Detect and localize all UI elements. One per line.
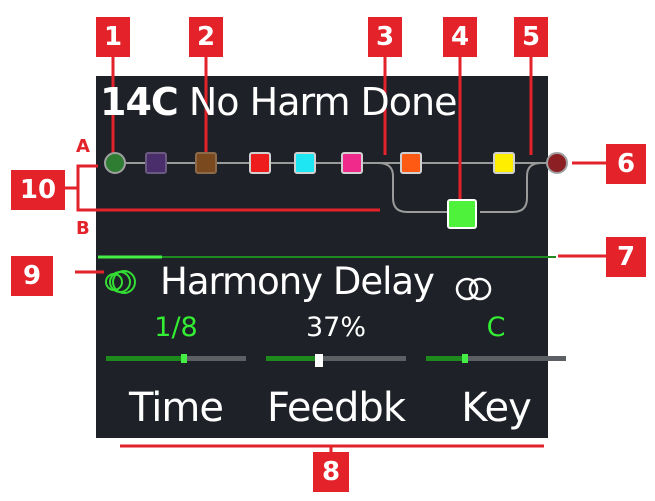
- param-slider-feedback[interactable]: [266, 354, 406, 367]
- param-value-feedback: 37%: [305, 312, 366, 343]
- callout-1: 1: [96, 17, 130, 57]
- callout-9: 9: [11, 256, 53, 296]
- fx-block-4[interactable]: [294, 152, 316, 174]
- param-slider-time-fill: [106, 356, 183, 361]
- callout-3: 3: [368, 17, 402, 57]
- callout-7: 7: [606, 237, 646, 277]
- param-value-time: 1/8: [154, 312, 198, 343]
- device-screen: [96, 76, 548, 438]
- preset-name: No Harm Done: [188, 80, 458, 124]
- callout-10: 10: [11, 170, 65, 210]
- output-endpoint[interactable]: [546, 152, 568, 174]
- callout-5: 5: [514, 17, 548, 57]
- fx-block-5[interactable]: [341, 152, 363, 174]
- fx-block-2[interactable]: [195, 152, 217, 174]
- fx-block-6[interactable]: [400, 152, 422, 174]
- fx-block-7[interactable]: [493, 152, 515, 174]
- path-b-label: B: [76, 218, 90, 239]
- path-a-label: A: [76, 136, 90, 157]
- param-slider-time-knob[interactable]: [181, 354, 187, 363]
- input-endpoint[interactable]: [104, 152, 126, 174]
- param-slider-key-fill: [426, 356, 464, 361]
- callout-8: 8: [313, 452, 349, 492]
- callout-4: 4: [443, 17, 477, 57]
- fx-block-3[interactable]: [249, 152, 271, 174]
- callout-6: 6: [606, 144, 646, 184]
- preset-number: 14C: [100, 80, 179, 124]
- harmony-delay-icon: [105, 270, 136, 294]
- param-slider-key[interactable]: [426, 354, 566, 363]
- preset-title: 14C No Harm Done: [100, 80, 458, 124]
- callout-2: 2: [189, 17, 223, 57]
- fx-block-1[interactable]: [145, 152, 167, 174]
- fx-block-path-b-selected[interactable]: [447, 199, 477, 229]
- param-slider-feedback-knob[interactable]: [315, 354, 323, 367]
- param-slider-time[interactable]: [106, 354, 246, 363]
- param-label-time: Time: [129, 385, 224, 431]
- param-label-feedback: Feedbk: [267, 385, 406, 431]
- param-slider-feedback-fill: [266, 356, 318, 361]
- selected-block-name: Harmony Delay: [160, 260, 435, 303]
- param-label-key: Key: [461, 385, 532, 431]
- param-slider-key-knob[interactable]: [462, 354, 468, 363]
- stereo-icon: [455, 277, 492, 301]
- param-value-key: C: [486, 312, 506, 343]
